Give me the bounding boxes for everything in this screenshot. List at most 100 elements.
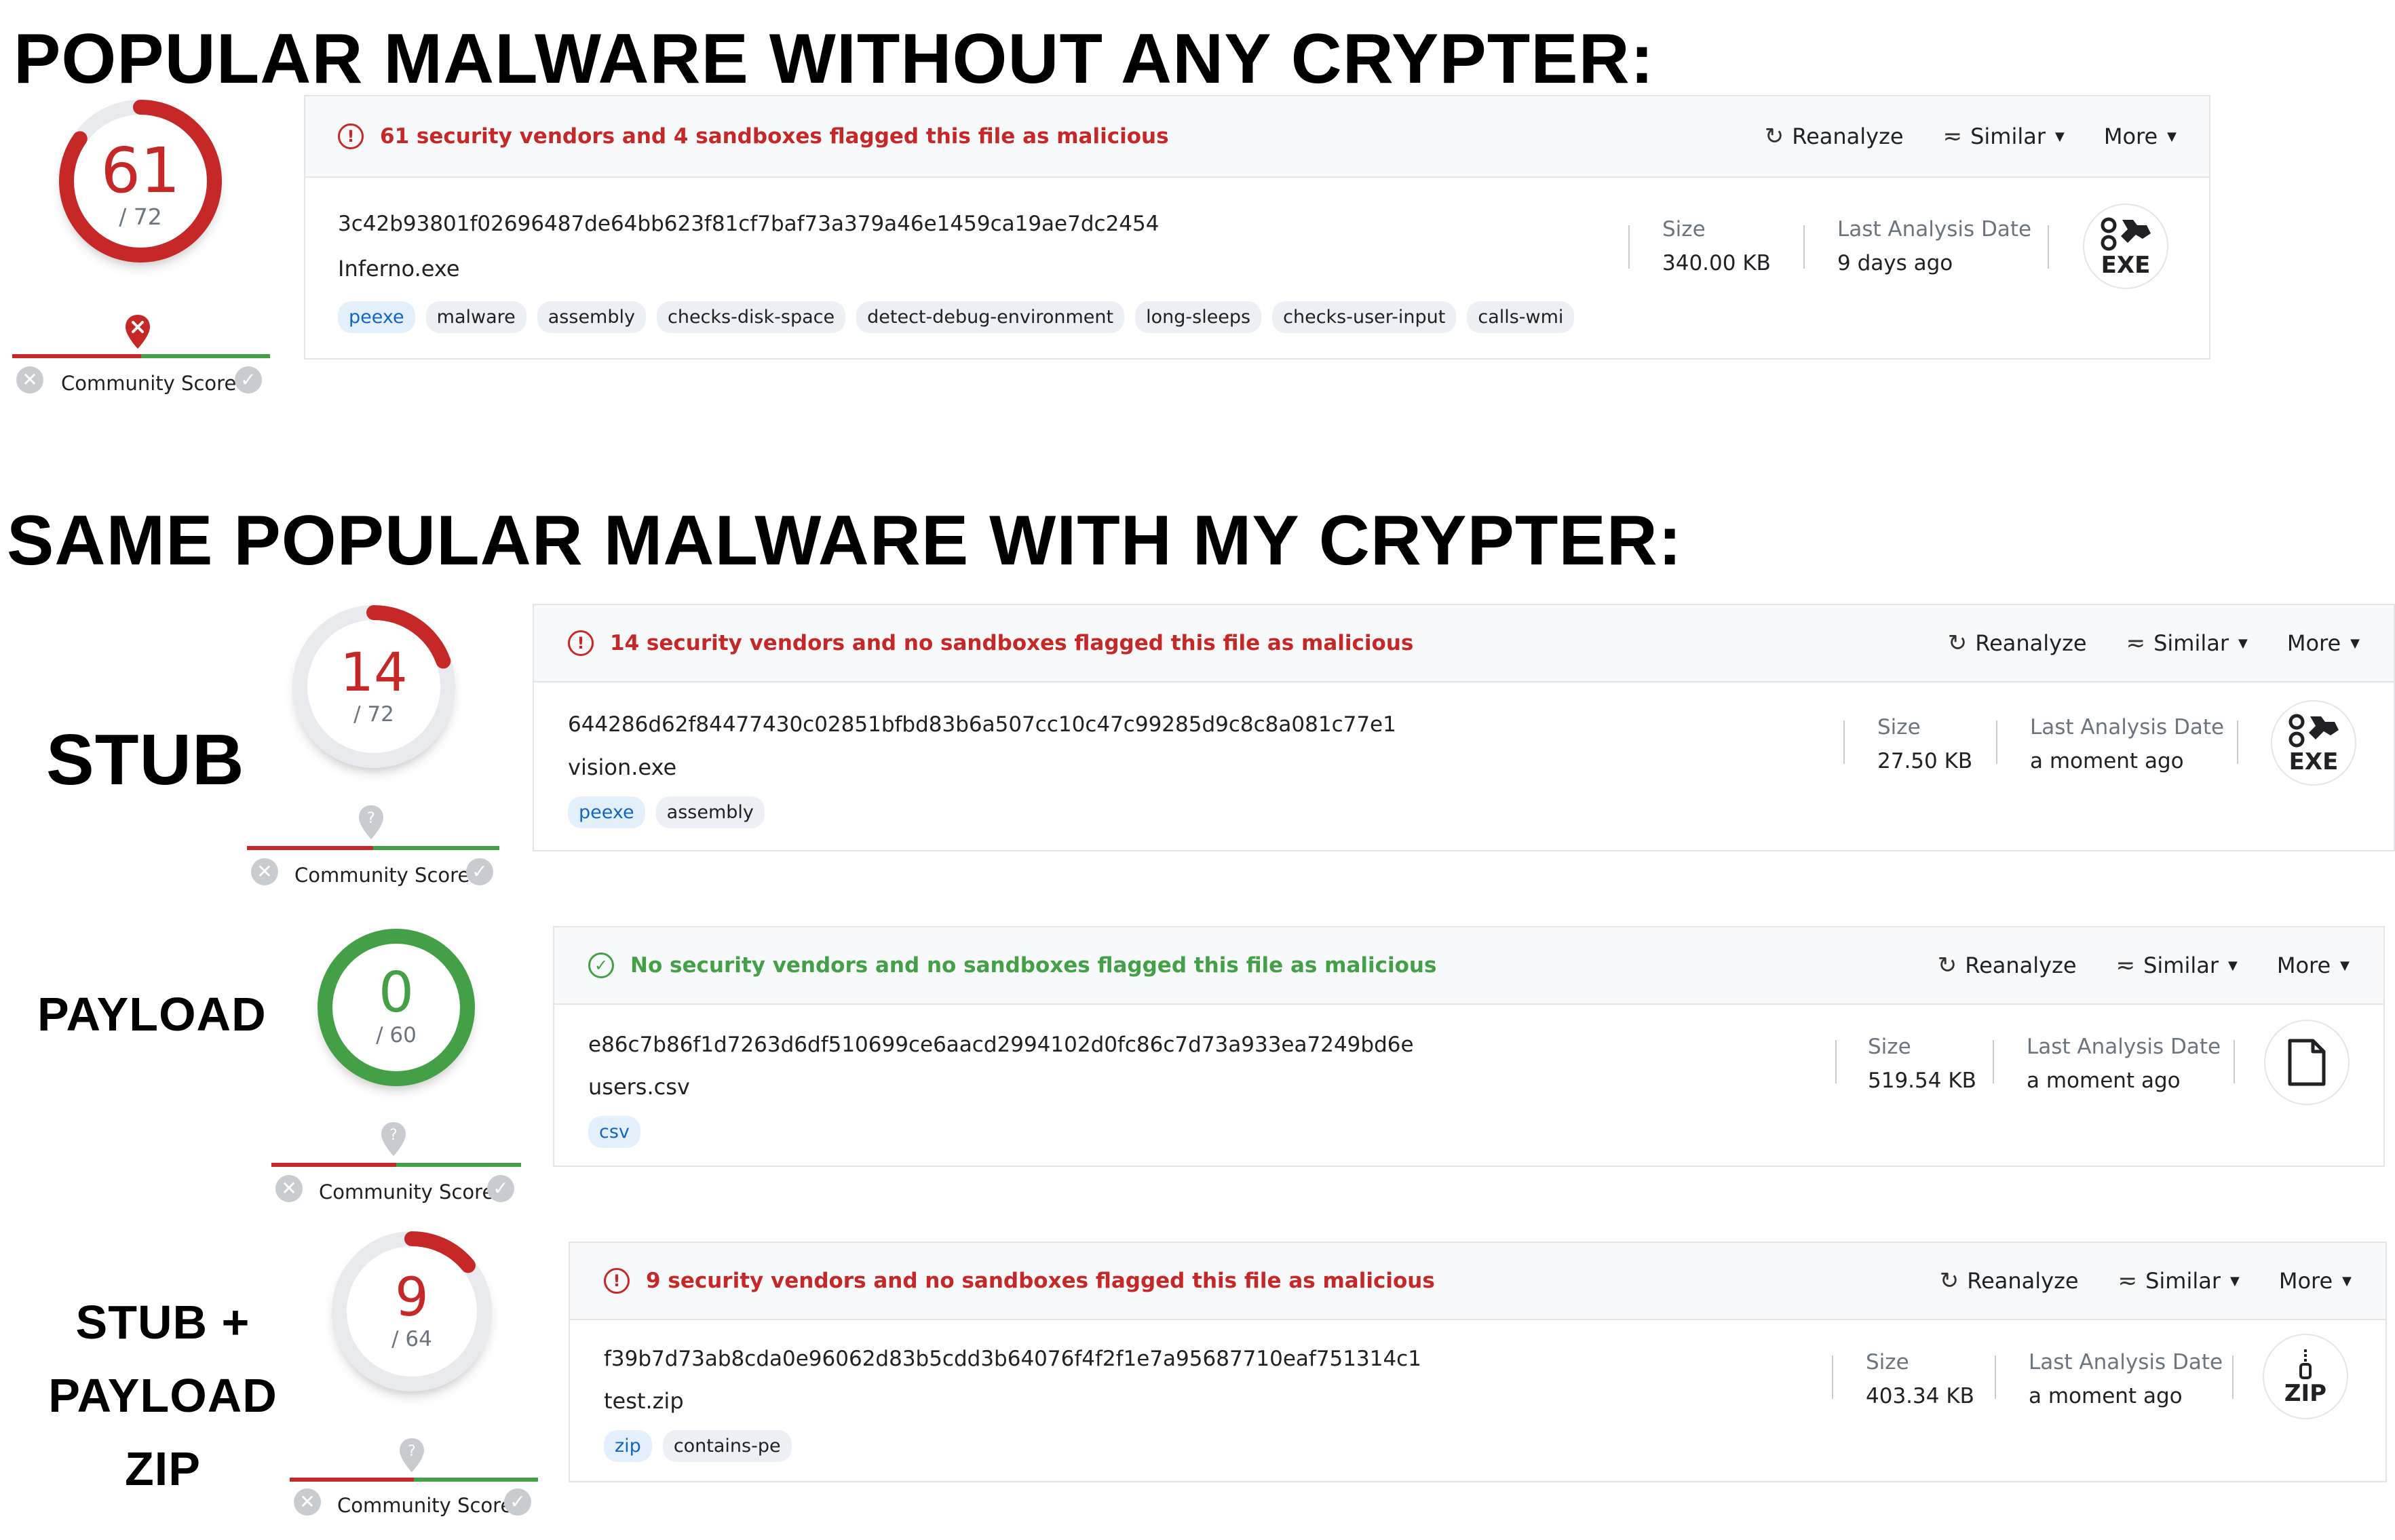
zip-archive-icon: ZIP bbox=[2263, 1334, 2348, 1419]
reanalyze-label: Reanalyze bbox=[1792, 123, 1904, 149]
similar-button[interactable]: ≂ Similar ▼ bbox=[2116, 952, 2238, 979]
file-name: Inferno.exe bbox=[338, 256, 460, 282]
detection-gauge: 61 / 72 bbox=[54, 95, 227, 267]
filetype-label: ZIP bbox=[2284, 1380, 2327, 1407]
vote-harmful-icon[interactable]: ✕ bbox=[294, 1488, 321, 1516]
reanalyze-label: Reanalyze bbox=[1965, 952, 2077, 978]
divider bbox=[1628, 225, 1630, 269]
gears-glyph bbox=[2288, 714, 2339, 748]
tag-chip[interactable]: contains-pe bbox=[662, 1430, 792, 1462]
divider bbox=[2234, 1040, 2235, 1083]
size-label: Size bbox=[1866, 1350, 1909, 1374]
more-label: More bbox=[2286, 630, 2341, 656]
file-report-card: ! 14 security vendors and no sandboxes f… bbox=[533, 604, 2395, 851]
tag-chip[interactable]: csv bbox=[588, 1116, 640, 1148]
tag-chip[interactable]: assembly bbox=[655, 796, 765, 828]
last-analysis-label: Last Analysis Date bbox=[1837, 217, 2032, 242]
tag-chip[interactable]: zip bbox=[604, 1430, 652, 1462]
vote-harmless-icon[interactable]: ✓ bbox=[504, 1488, 531, 1516]
vote-harmful-icon[interactable]: ✕ bbox=[275, 1175, 303, 1202]
exe-gears-icon: EXE bbox=[2083, 204, 2168, 289]
more-button[interactable]: More ▼ bbox=[2104, 123, 2177, 149]
chevron-down-icon: ▼ bbox=[2340, 958, 2350, 973]
file-name: test.zip bbox=[604, 1388, 684, 1414]
last-analysis-value: a moment ago bbox=[2030, 749, 2184, 773]
zipper-glyph bbox=[2299, 1349, 2312, 1379]
similar-label: Similar bbox=[2143, 952, 2219, 978]
size-value: 27.50 KB bbox=[1877, 749, 1973, 773]
similar-button[interactable]: ≂ Similar ▼ bbox=[2118, 1267, 2240, 1294]
detection-count: 61 bbox=[100, 134, 180, 207]
card-header: ! 61 security vendors and 4 sandboxes fl… bbox=[305, 96, 2209, 178]
last-analysis-label: Last Analysis Date bbox=[2029, 1350, 2223, 1374]
tag-chip[interactable]: detect-debug-environment bbox=[856, 301, 1125, 333]
last-analysis-value: a moment ago bbox=[2029, 1384, 2183, 1408]
community-score: ? ✕ Community Score ✓ bbox=[270, 1121, 528, 1223]
file-size: Size 27.50 KB bbox=[1877, 715, 1972, 773]
tag-chip[interactable]: long-sleeps bbox=[1135, 301, 1262, 333]
detection-total: / 72 bbox=[353, 702, 394, 727]
last-analysis-value: 9 days ago bbox=[1837, 251, 1953, 275]
reanalyze-button[interactable]: ↻ Reanalyze bbox=[1948, 630, 2087, 657]
community-score-label: Community Score bbox=[319, 1180, 495, 1204]
file-hash[interactable]: e86c7b86f1d7263d6df510699ce6aacd2994102d… bbox=[588, 1033, 1414, 1057]
reanalyze-label: Reanalyze bbox=[1967, 1268, 2079, 1294]
community-score-label: Community Score bbox=[294, 864, 470, 887]
file-report-card: ! 9 security vendors and no sandboxes fl… bbox=[569, 1241, 2387, 1482]
file-hash[interactable]: f39b7d73ab8cda0e96062d83b5cdd3b64076f4f2… bbox=[604, 1347, 1421, 1371]
reanalyze-button[interactable]: ↻ Reanalyze bbox=[1938, 952, 2077, 979]
vote-harmful-icon[interactable]: ✕ bbox=[16, 366, 43, 393]
more-label: More bbox=[2276, 952, 2331, 978]
card-header: ✓ No security vendors and no sandboxes f… bbox=[554, 927, 2383, 1005]
check-circle-icon: ✓ bbox=[588, 952, 614, 978]
similar-button[interactable]: ≂ Similar ▼ bbox=[2126, 630, 2248, 657]
community-bar bbox=[12, 354, 270, 358]
vote-harmful-icon[interactable]: ✕ bbox=[251, 858, 278, 885]
reanalyze-button[interactable]: ↻ Reanalyze bbox=[1765, 123, 1904, 150]
file-report-card: ✓ No security vendors and no sandboxes f… bbox=[553, 926, 2385, 1167]
tag-chip[interactable]: peexe bbox=[568, 796, 645, 828]
vote-harmless-icon[interactable]: ✓ bbox=[487, 1175, 514, 1202]
tag-chip[interactable]: malware bbox=[425, 301, 526, 333]
vote-harmless-icon[interactable]: ✓ bbox=[235, 366, 262, 393]
detection-alert: ! 14 security vendors and no sandboxes f… bbox=[568, 605, 1413, 681]
divider bbox=[1843, 720, 1845, 764]
detection-gauge: 0 / 60 bbox=[313, 924, 480, 1091]
reanalyze-label: Reanalyze bbox=[1975, 630, 2087, 656]
tag-chip[interactable]: calls-wmi bbox=[1467, 301, 1575, 333]
more-label: More bbox=[2278, 1268, 2333, 1294]
row-label-stub-payload-zip: STUB + PAYLOAD ZIP bbox=[41, 1286, 285, 1505]
similar-button[interactable]: ≂ Similar ▼ bbox=[1943, 123, 2065, 150]
similar-label: Similar bbox=[2153, 630, 2229, 656]
heading-with-crypter: SAME POPULAR MALWARE WITH MY CRYPTER: bbox=[7, 501, 1683, 580]
detection-alert: ! 61 security vendors and 4 sandboxes fl… bbox=[338, 96, 1169, 176]
reanalyze-button[interactable]: ↻ Reanalyze bbox=[1940, 1267, 2079, 1294]
tag-chip[interactable]: assembly bbox=[537, 301, 646, 333]
detection-count: 14 bbox=[340, 642, 408, 704]
community-grey-pin-icon: ? bbox=[398, 1437, 425, 1477]
chevron-down-icon: ▼ bbox=[2167, 129, 2177, 144]
last-analysis-date: Last Analysis Date a moment ago bbox=[2030, 715, 2224, 773]
svg-text:?: ? bbox=[367, 810, 375, 827]
svg-text:?: ? bbox=[408, 1443, 416, 1460]
more-button[interactable]: More ▼ bbox=[2277, 952, 2350, 978]
community-grey-pin-icon: ? bbox=[358, 804, 385, 844]
file-hash[interactable]: 644286d62f84477430c02851bfbd83b6a507cc10… bbox=[568, 712, 1396, 737]
tag-chip[interactable]: peexe bbox=[338, 301, 415, 333]
alert-icon: ! bbox=[604, 1268, 630, 1294]
similar-label: Similar bbox=[1970, 123, 2046, 149]
tag-chip[interactable]: checks-user-input bbox=[1272, 301, 1457, 333]
tag-list: zip contains-pe bbox=[604, 1430, 792, 1462]
file-hash[interactable]: 3c42b93801f02696487de64bb623f81cf7baf73a… bbox=[338, 212, 1159, 236]
vote-harmless-icon[interactable]: ✓ bbox=[466, 858, 493, 885]
community-bar bbox=[247, 846, 499, 850]
detection-alert: ✓ No security vendors and no sandboxes f… bbox=[588, 927, 1436, 1003]
refresh-icon: ↻ bbox=[1764, 123, 1784, 150]
card-actions: ↻ Reanalyze ≂ Similar ▼ More ▼ bbox=[1940, 1243, 2352, 1319]
detection-total: / 72 bbox=[119, 204, 162, 230]
file-size: Size 403.34 KB bbox=[1866, 1350, 1974, 1408]
community-score: ? ✕ Community Score ✓ bbox=[288, 1437, 546, 1539]
tag-chip[interactable]: checks-disk-space bbox=[656, 301, 846, 333]
more-button[interactable]: More ▼ bbox=[2279, 1268, 2352, 1294]
more-button[interactable]: More ▼ bbox=[2287, 630, 2360, 656]
